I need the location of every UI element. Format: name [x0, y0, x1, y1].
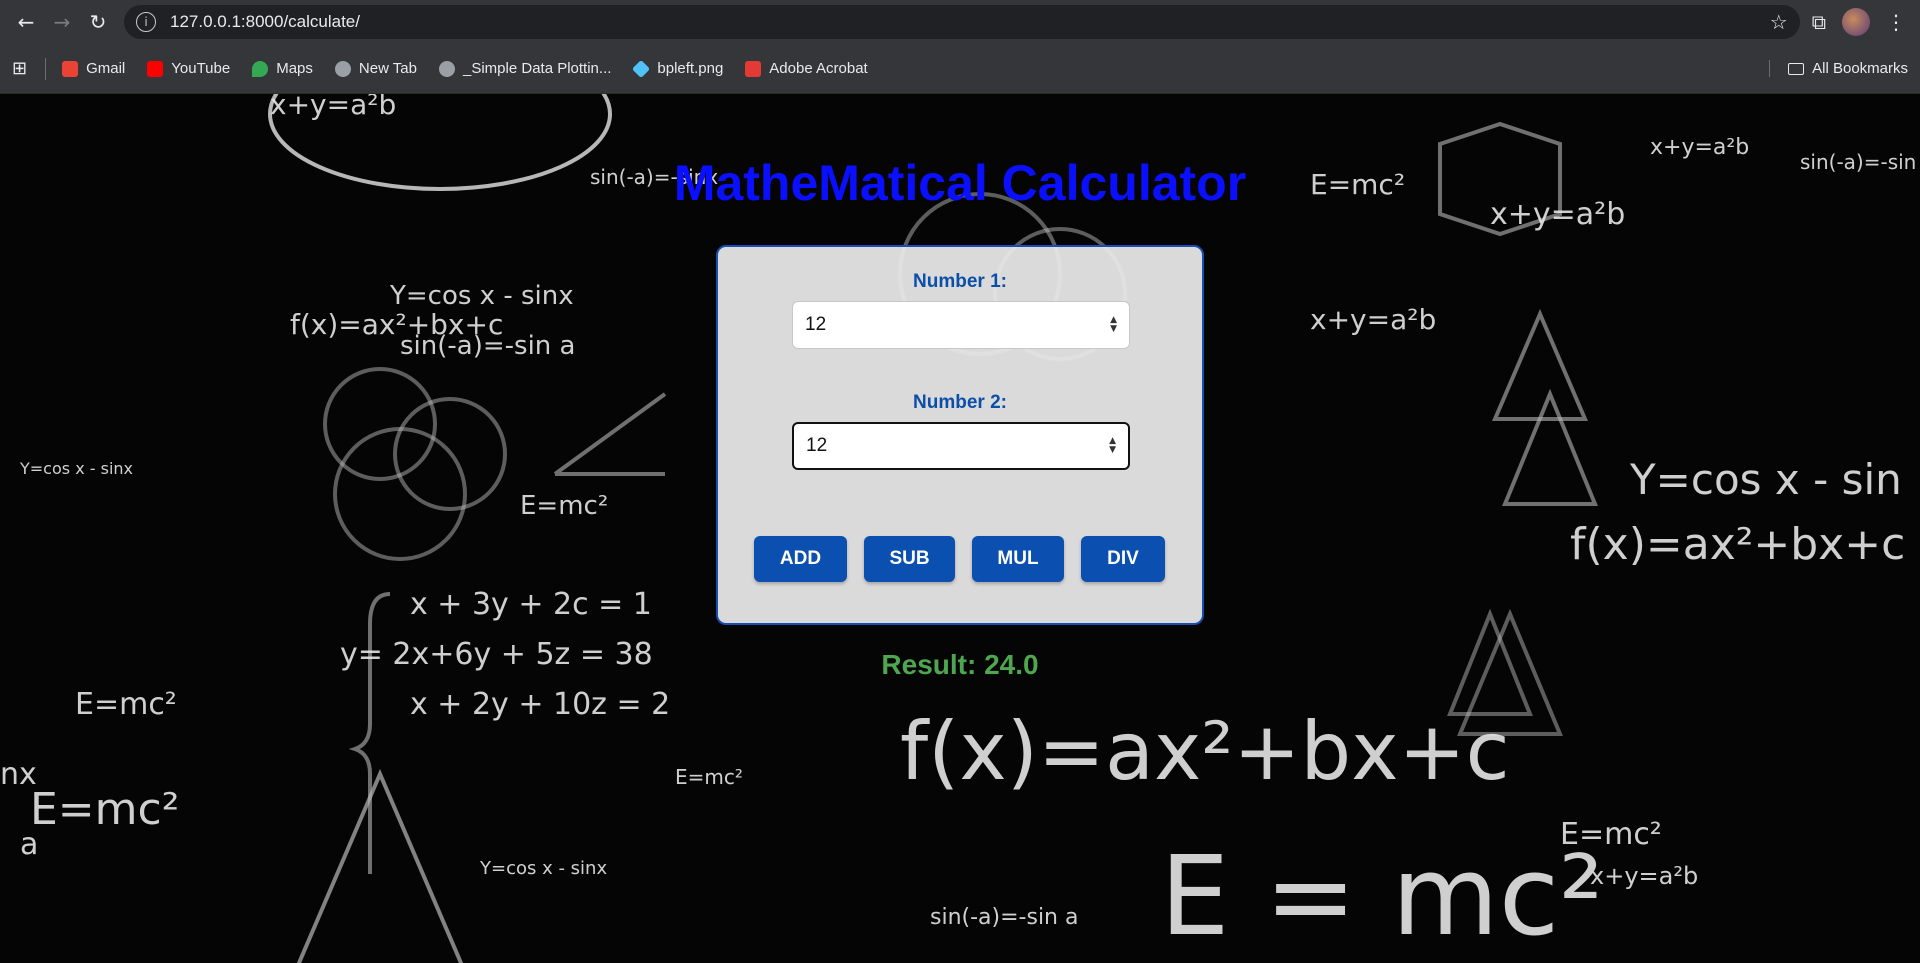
svg-text:Y=cos x - sin: Y=cos x - sin: [1629, 455, 1902, 504]
svg-text:Y=cos x - sinx: Y=cos x - sinx: [19, 459, 133, 478]
youtube-icon: [147, 60, 164, 77]
all-bookmarks-label: All Bookmarks: [1812, 60, 1908, 77]
result-text: Result: 24.0: [881, 649, 1039, 680]
calculator-form: Number 1: 12 ▲ ▼ Number 2: 12 ▲ ▼ ADD SUB …: [716, 245, 1204, 625]
svg-text:x+y=a²b: x+y=a²b: [1310, 303, 1436, 336]
gmail-icon: [62, 60, 79, 77]
number-spinner[interactable]: ▲ ▼: [1109, 437, 1116, 455]
page-viewport: x+y=a²b Y=cos x - sinx f(x)=ax²+bx+c sin…: [0, 94, 1920, 963]
star-icon[interactable]: ☆: [1770, 10, 1788, 34]
page-title: MatheMatical Calculator: [673, 155, 1247, 211]
address-bar[interactable]: i 127.0.0.1:8000/calculate/ ☆: [124, 5, 1800, 39]
globe-icon: [439, 60, 455, 77]
back-button[interactable]: ←: [8, 4, 44, 40]
all-bookmarks[interactable]: All Bookmarks: [1769, 60, 1908, 77]
svg-text:Y=cos x - sinx: Y=cos x - sinx: [389, 281, 574, 311]
svg-text:E=mc²: E=mc²: [1560, 817, 1662, 852]
bookmark-simple-data-plotting[interactable]: _Simple Data Plottin...: [439, 60, 611, 77]
sub-button[interactable]: SUB: [864, 536, 955, 582]
reload-icon: ↻: [89, 10, 107, 34]
bookmarks-bar: ⊞ Gmail YouTube Maps New Tab _Simple Dat…: [0, 44, 1920, 94]
add-button[interactable]: ADD: [754, 536, 847, 582]
number1-label: Number 1:: [913, 271, 1007, 292]
info-icon[interactable]: i: [136, 12, 156, 32]
avatar[interactable]: [1842, 8, 1870, 36]
mul-button[interactable]: MUL: [972, 536, 1064, 582]
bookmark-bpleft[interactable]: bpleft.png: [632, 59, 724, 78]
image-file-icon: [632, 59, 651, 78]
spin-down-icon[interactable]: ▼: [1110, 325, 1117, 334]
svg-text:f(x)=ax²+bx+c: f(x)=ax²+bx+c: [1570, 519, 1905, 570]
bookmark-gmail[interactable]: Gmail: [62, 60, 125, 77]
svg-text:a: a: [20, 827, 38, 862]
bookmark-label: Maps: [276, 60, 313, 77]
number1-input[interactable]: 12 ▲ ▼: [792, 301, 1130, 349]
address-url[interactable]: 127.0.0.1:8000/calculate/: [170, 12, 1770, 32]
kebab-menu-icon[interactable]: ⋮: [1886, 10, 1906, 34]
number1-value: 12: [805, 314, 827, 335]
bookmark-maps[interactable]: Maps: [252, 60, 313, 77]
svg-text:E=mc²: E=mc²: [30, 784, 179, 835]
svg-text:E=mc²: E=mc²: [520, 491, 608, 521]
maps-icon: [252, 60, 269, 77]
arrow-right-icon: →: [53, 10, 71, 34]
apps-grid-icon[interactable]: ⊞: [12, 58, 27, 79]
reload-button[interactable]: ↻: [80, 4, 116, 40]
operation-buttons: ADD SUB MUL DIV: [754, 536, 1165, 582]
globe-icon: [334, 60, 351, 77]
bookmark-label: Adobe Acrobat: [769, 60, 868, 77]
svg-text:x + 3y + 2c = 1: x + 3y + 2c = 1: [410, 587, 652, 622]
spin-down-icon[interactable]: ▼: [1109, 446, 1116, 455]
bookmark-label: _Simple Data Plottin...: [463, 60, 612, 77]
number2-label: Number 2:: [913, 392, 1007, 413]
number2-value: 12: [806, 435, 828, 456]
svg-text:E=mc²: E=mc²: [675, 765, 743, 789]
browser-toolbar: ← → ↻ i 127.0.0.1:8000/calculate/ ☆ ⧉ ⋮: [0, 0, 1920, 44]
folder-icon: [1788, 62, 1805, 75]
bookmark-label: New Tab: [358, 60, 417, 77]
forward-button[interactable]: →: [44, 4, 80, 40]
svg-text:Y=cos x - sinx: Y=cos x - sinx: [479, 858, 607, 879]
svg-text:nx: nx: [0, 757, 37, 792]
bookmark-label: bpleft.png: [657, 60, 724, 77]
bookmarks-divider: [45, 57, 47, 80]
acrobat-icon: [745, 60, 762, 77]
bookmark-youtube[interactable]: YouTube: [147, 60, 230, 77]
svg-text:x+y=a²b: x+y=a²b: [1590, 862, 1698, 890]
number-spinner[interactable]: ▲ ▼: [1110, 316, 1117, 334]
arrow-left-icon: ←: [17, 10, 35, 34]
svg-text:x + 2y + 10z = 2: x + 2y + 10z = 2: [410, 687, 670, 722]
svg-text:sin(-a)=-sin a: sin(-a)=-sin a: [930, 905, 1078, 930]
bookmark-adobe-acrobat[interactable]: Adobe Acrobat: [745, 60, 868, 77]
bookmark-label: YouTube: [171, 60, 231, 77]
svg-text:E=mc²: E=mc²: [75, 687, 177, 722]
bookmark-label: Gmail: [86, 60, 126, 77]
div-button[interactable]: DIV: [1081, 536, 1165, 582]
svg-text:E = mc²: E = mc²: [1160, 832, 1603, 960]
svg-text:x+y=a²b: x+y=a²b: [270, 94, 396, 121]
puzzle-icon[interactable]: ⧉: [1812, 10, 1826, 34]
number2-input[interactable]: 12 ▲ ▼: [792, 422, 1130, 470]
svg-text:f(x)=ax²+bx+c: f(x)=ax²+bx+c: [900, 705, 1510, 798]
svg-text:sin(-a)=-sin a: sin(-a)=-sin a: [400, 331, 575, 361]
bookmark-new-tab[interactable]: New Tab: [334, 60, 417, 77]
